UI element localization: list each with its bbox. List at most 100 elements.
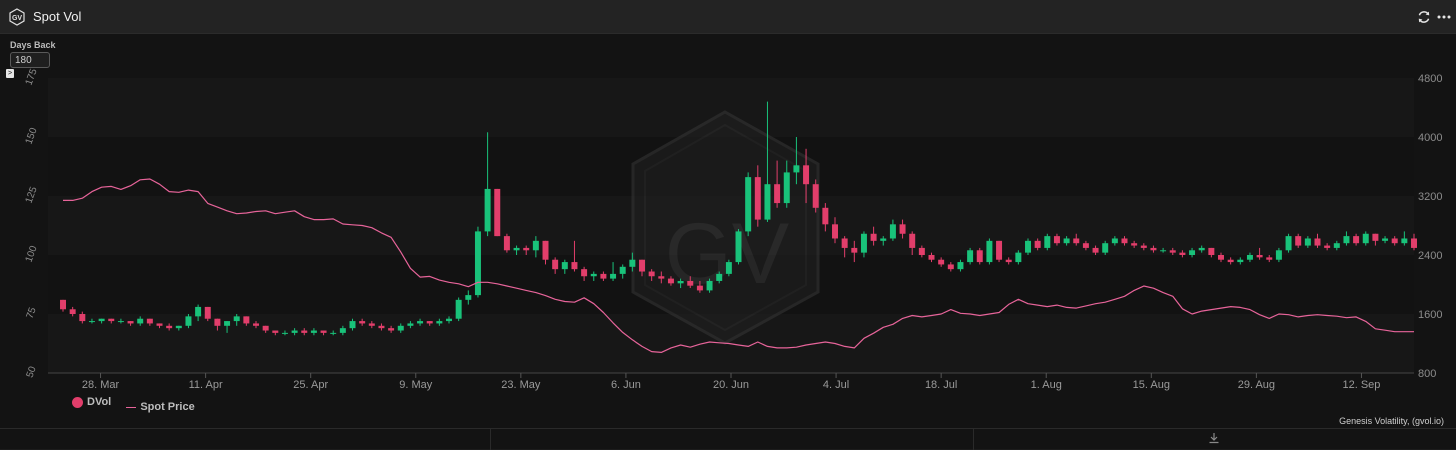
- watermark-text: GV: [665, 206, 789, 302]
- dvol-candle: [243, 316, 250, 324]
- download-icon[interactable]: [1208, 432, 1220, 444]
- dvol-candle: [822, 207, 829, 225]
- dvol-candle: [1179, 252, 1186, 255]
- dvol-candle: [706, 280, 713, 291]
- legend: DVol Spot Price: [72, 396, 207, 413]
- dvol-candle: [532, 240, 539, 251]
- dvol-candle: [639, 259, 645, 272]
- dvol-candle: [1353, 236, 1360, 244]
- dvol-candle: [610, 273, 617, 279]
- right-axis-tick-label: 2400: [1418, 250, 1442, 262]
- right-axis-tick-label: 4800: [1418, 73, 1442, 85]
- dvol-candle: [339, 328, 346, 333]
- dvol-candle: [204, 306, 211, 319]
- dvol-candle: [1140, 245, 1147, 248]
- dvol-candle: [224, 321, 231, 326]
- x-axis-tick-label: 15. Aug: [1133, 379, 1170, 391]
- dvol-candle: [1382, 238, 1389, 241]
- legend-item-spot[interactable]: Spot Price: [126, 401, 195, 413]
- dvol-candle: [764, 184, 771, 220]
- dvol-candle: [1092, 247, 1099, 253]
- dvol-candle: [899, 224, 906, 234]
- x-axis-tick-label: 1. Aug: [1031, 379, 1062, 391]
- dvol-candle: [1256, 255, 1263, 258]
- dvol-candle: [976, 250, 983, 263]
- left-axis-tick-label: 150: [24, 126, 40, 146]
- legend-item-dvol[interactable]: DVol: [72, 396, 111, 408]
- dvol-candle: [484, 188, 491, 232]
- dvol-candle: [629, 259, 636, 267]
- dvol-candle: [301, 330, 308, 333]
- left-axis-tick-label: 75: [25, 306, 39, 321]
- x-axis-tick-label: 23. May: [501, 379, 541, 391]
- dvol-candle: [841, 238, 848, 248]
- dvol-candle: [1401, 238, 1408, 244]
- legend-label-dvol: DVol: [87, 396, 112, 408]
- dvol-candle: [1314, 238, 1321, 246]
- x-axis: 28. Mar 11. Apr 25. Apr 9. May 23. May 6. Jun…: [82, 373, 1381, 391]
- dvol-candle: [687, 280, 694, 286]
- dvol-candle: [98, 318, 105, 322]
- dvol-candle: [552, 259, 559, 270]
- dvol-candle: [1285, 236, 1292, 251]
- dvol-candle: [1102, 243, 1109, 253]
- dvol-candle: [166, 325, 173, 329]
- dvol-candle: [1362, 233, 1369, 244]
- dvol-candle: [889, 224, 896, 239]
- x-axis-tick-label: 4. Jul: [823, 379, 849, 391]
- dvol-candle: [793, 165, 800, 173]
- x-axis-tick-label: 20. Jun: [713, 379, 749, 391]
- x-axis-tick-label: 9. May: [399, 379, 433, 391]
- spot-legend-icon: [126, 406, 137, 408]
- dvol-candle: [1324, 245, 1331, 248]
- dvol-candle: [1333, 243, 1340, 248]
- x-axis-tick-label: 6. Jun: [611, 379, 641, 391]
- dvol-candle: [1169, 250, 1176, 253]
- x-axis-tick-label: 12. Sep: [1343, 379, 1381, 391]
- dvol-candle: [359, 321, 366, 324]
- days-back-input[interactable]: [10, 52, 50, 68]
- dvol-candle: [378, 325, 385, 329]
- dvol-candle: [156, 323, 163, 326]
- dvol-candle: [523, 247, 530, 251]
- collapse-toggle[interactable]: >: [6, 69, 14, 78]
- dvol-candle: [774, 184, 781, 204]
- dvol-candle: [349, 321, 356, 329]
- spot-vol-chart: GV 50 75 100 125 150 175 800 1600 2400 3200 4000 4…: [24, 67, 1443, 391]
- dvol-candle: [1034, 240, 1041, 248]
- dvol-candle: [417, 321, 424, 324]
- footer-divider: [490, 429, 491, 450]
- dvol-candle: [619, 266, 626, 274]
- dvol-candle: [1150, 247, 1157, 251]
- dvol-candle: [851, 247, 858, 253]
- dvol-candle: [1131, 243, 1138, 246]
- dvol-candle: [725, 262, 732, 274]
- dvol-candle: [1044, 236, 1051, 248]
- right-axis-tick-label: 800: [1418, 368, 1436, 380]
- dvol-candle: [1198, 247, 1205, 251]
- dvol-candle: [803, 165, 810, 185]
- dvol-candle: [108, 318, 115, 322]
- x-axis-tick-label: 25. Apr: [293, 379, 328, 391]
- dvol-candle: [1275, 250, 1282, 260]
- dvol-candle: [465, 295, 472, 300]
- dvol-candle: [127, 321, 134, 324]
- dvol-candle: [1208, 247, 1215, 255]
- x-axis-tick-label: 29. Aug: [1238, 379, 1275, 391]
- dvol-candle: [745, 177, 752, 232]
- dvol-candle: [677, 280, 684, 284]
- dvol-candle: [1005, 259, 1012, 263]
- dvol-candle: [60, 299, 67, 310]
- dvol-candle: [938, 259, 945, 265]
- x-axis-tick-label: 18. Jul: [925, 379, 957, 391]
- dvol-candle: [426, 321, 433, 324]
- left-axis-tick-label: 50: [25, 365, 39, 380]
- dvol-candle: [1025, 240, 1031, 253]
- dvol-candle: [1295, 236, 1302, 246]
- dvol-candle: [310, 330, 317, 333]
- dvol-candle: [214, 318, 221, 326]
- right-axis-tick-label: 4000: [1418, 132, 1442, 144]
- dvol-candle: [1015, 252, 1022, 263]
- dvol-candle: [69, 309, 76, 314]
- dvol-candle: [1218, 255, 1224, 260]
